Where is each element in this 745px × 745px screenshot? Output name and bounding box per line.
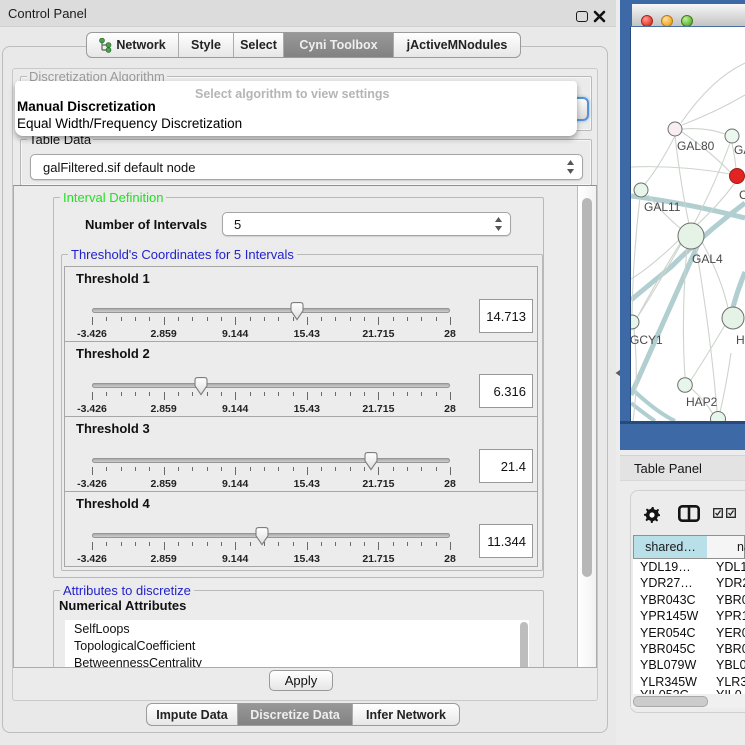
svg-text:GAL80: GAL80 [677, 139, 715, 153]
svg-text:H: H [736, 333, 745, 347]
svg-text:HAP2: HAP2 [686, 395, 718, 409]
svg-text:C: C [739, 188, 745, 202]
svg-text:GAL11: GAL11 [644, 200, 681, 214]
svg-text:GA: GA [734, 143, 745, 157]
svg-text:GAL4: GAL4 [692, 252, 723, 266]
svg-text:GCY1: GCY1 [631, 333, 663, 347]
